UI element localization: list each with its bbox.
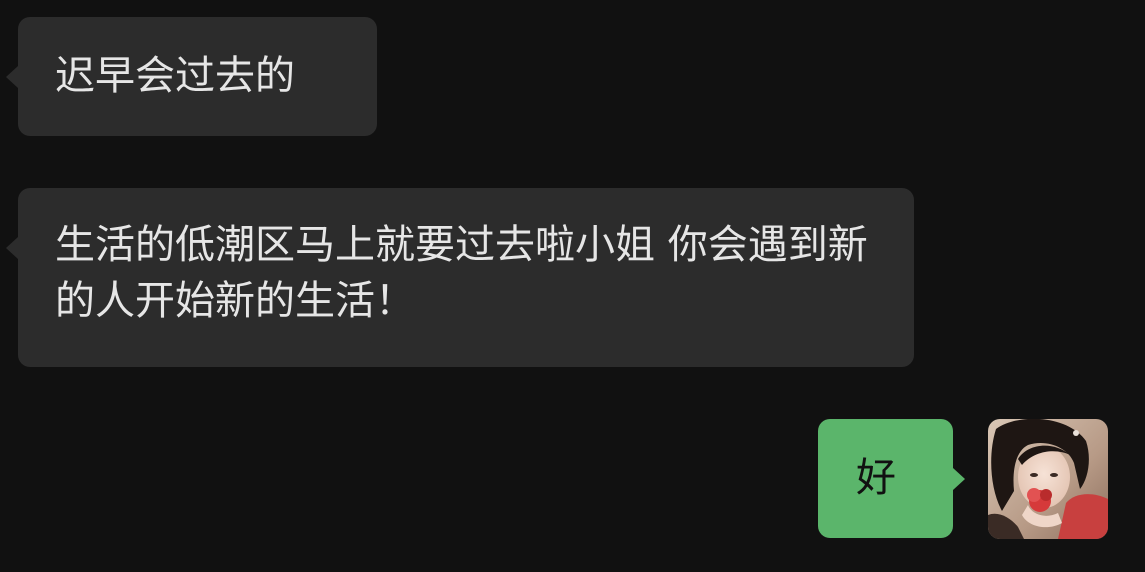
bubble-tail <box>6 66 18 88</box>
bubble-tail <box>953 468 965 490</box>
message-bubble-outgoing[interactable]: 好 <box>818 419 965 538</box>
message-text: 生活的低潮区马上就要过去啦小姐 你会遇到新的人开始新的生活！ <box>55 222 868 324</box>
user-avatar-photo-icon <box>988 419 1108 539</box>
bubble-tail <box>6 237 18 259</box>
self-avatar[interactable] <box>988 419 1108 539</box>
message-text: 迟早会过去的 <box>55 53 295 99</box>
message-text: 好 <box>856 455 896 501</box>
message-bubble-incoming[interactable]: 迟早会过去的 <box>6 17 377 136</box>
message-bubble-incoming[interactable]: 生活的低潮区马上就要过去啦小姐 你会遇到新的人开始新的生活！ <box>6 188 914 367</box>
